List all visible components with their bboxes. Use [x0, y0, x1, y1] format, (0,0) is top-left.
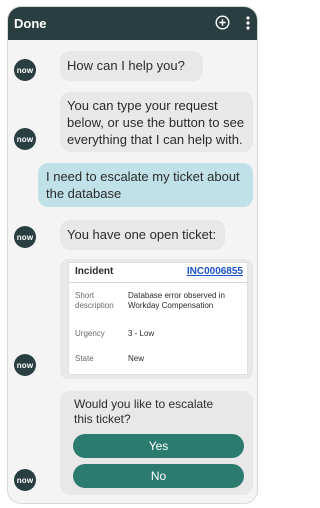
field-label-urgency: Urgency — [75, 329, 105, 338]
bot-message: How can I help you? — [60, 51, 203, 81]
field-value-short-description: Database error observed in Workday Compe… — [128, 291, 225, 310]
plus-circle-icon[interactable] — [215, 15, 230, 30]
field-value-state: New — [128, 354, 145, 363]
no-button[interactable]: No — [73, 464, 244, 488]
user-message: I need to escalate my ticket about the d… — [38, 163, 253, 207]
field-label-short-description: Short description — [75, 291, 114, 310]
chat-header: Done — [8, 7, 257, 40]
done-button[interactable]: Done — [14, 16, 47, 31]
ticket-card: Incident INC0006855 Short description Da… — [60, 259, 253, 379]
bot-message: You have one open ticket: — [60, 220, 225, 250]
bot-avatar: now — [14, 226, 36, 248]
field-label-state: State — [75, 354, 94, 363]
bot-avatar: now — [14, 59, 36, 81]
escalate-question: Would you like to escalate this ticket? — [74, 397, 214, 426]
bot-avatar: now — [14, 469, 36, 491]
chat-window: Done now How can I help you? now You can… — [7, 6, 258, 504]
bot-message: You can type your request below, or use … — [60, 92, 253, 152]
ticket-number-link[interactable]: INC0006855 — [187, 266, 243, 277]
bot-avatar: now — [14, 128, 36, 150]
vertical-ellipsis-icon[interactable] — [242, 15, 254, 31]
ticket-card-header: Incident INC0006855 — [69, 263, 247, 283]
bot-avatar: now — [14, 354, 36, 376]
field-value-urgency: 3 - Low — [128, 329, 155, 338]
yes-button[interactable]: Yes — [73, 434, 244, 458]
ticket-type: Incident — [75, 266, 114, 277]
ticket-card-body: Incident INC0006855 Short description Da… — [68, 262, 248, 375]
